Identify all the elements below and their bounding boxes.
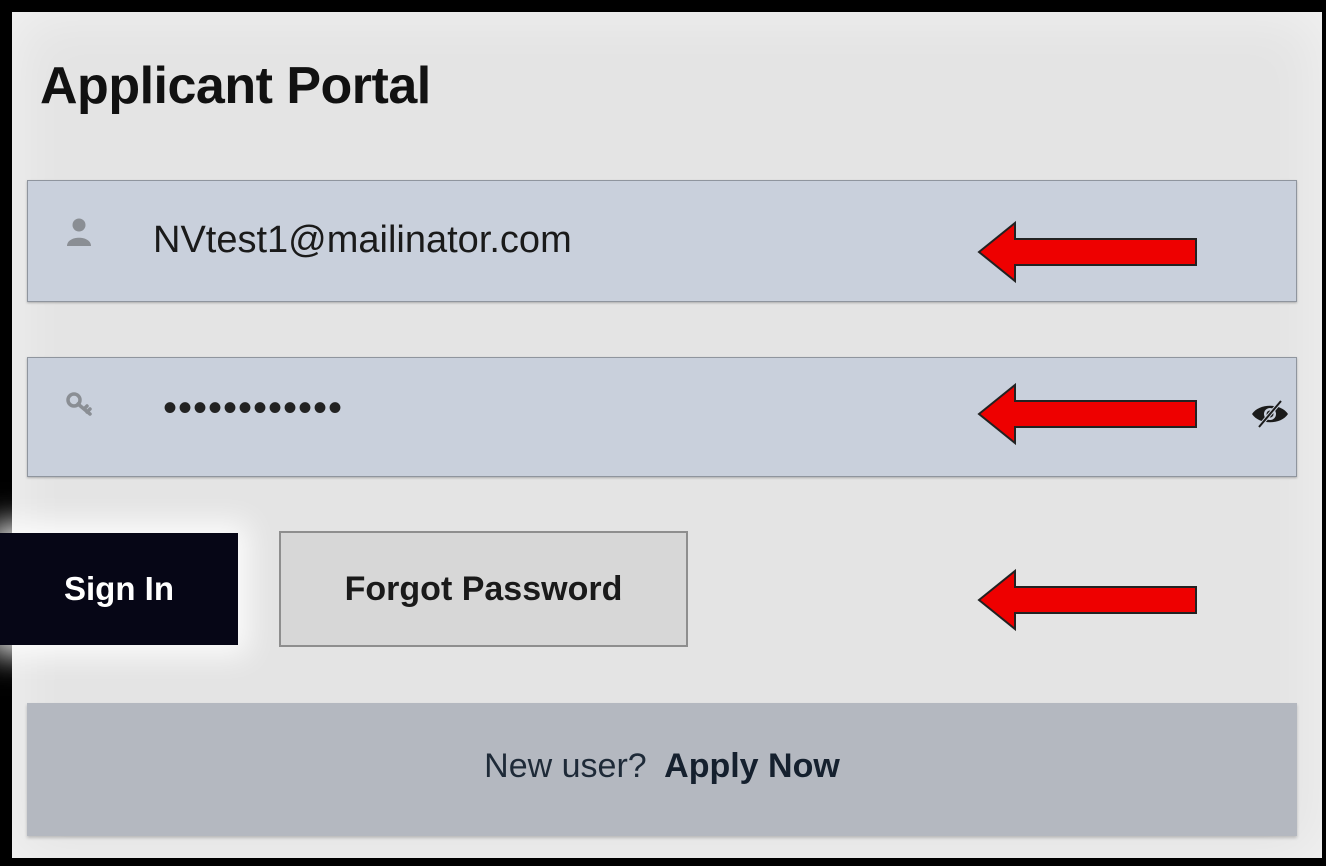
red-arrow-icon [977, 568, 1197, 632]
email-value: NVtest1@mailinator.com [153, 219, 572, 261]
password-value: •••••••••••• [163, 386, 344, 430]
new-user-text: New user? [484, 747, 647, 785]
apply-now-link[interactable]: Apply Now [664, 747, 840, 785]
eye-slash-icon[interactable] [1250, 398, 1290, 430]
red-arrow-icon [977, 220, 1197, 284]
new-user-row: New user? Apply Now [27, 747, 1297, 786]
red-arrow-icon [977, 382, 1197, 446]
sign-in-button[interactable]: Sign In [0, 533, 238, 645]
new-user-bar: New user? Apply Now [27, 703, 1297, 836]
page-title: Applicant Portal [40, 57, 431, 115]
forgot-password-button[interactable]: Forgot Password [279, 531, 688, 647]
key-icon [66, 392, 92, 416]
user-icon [67, 218, 91, 246]
